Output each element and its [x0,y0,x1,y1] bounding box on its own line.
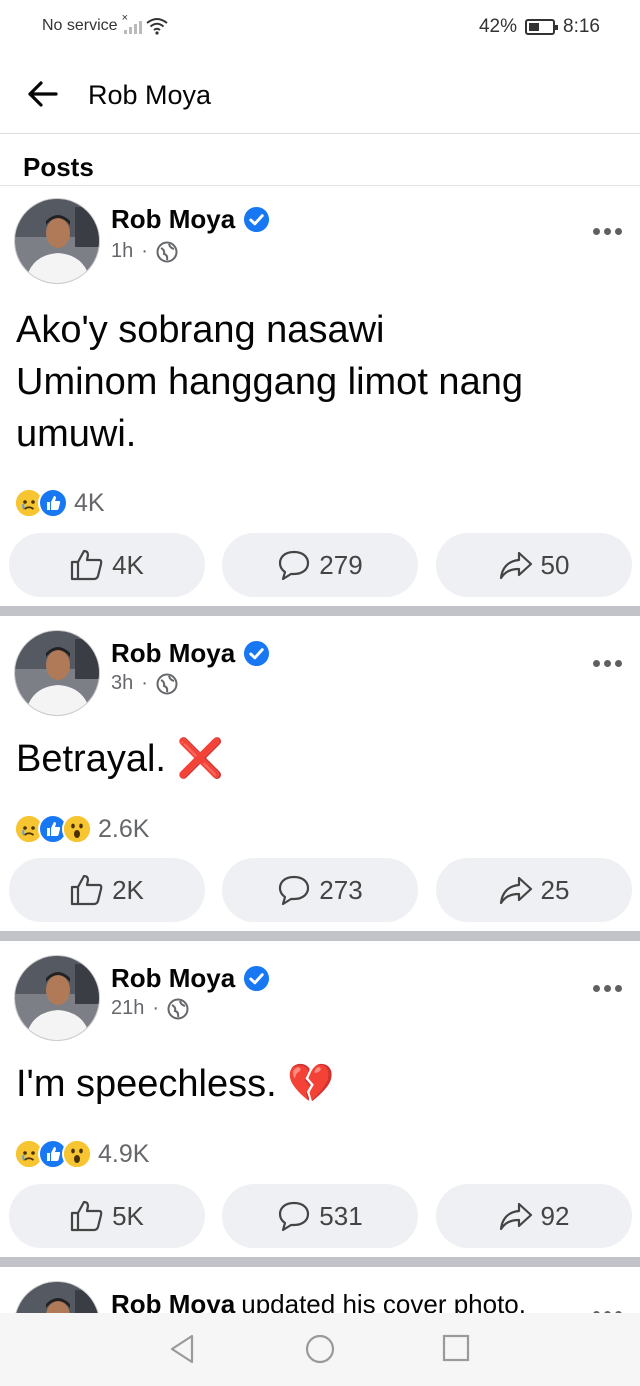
share-button[interactable]: 25 [436,858,632,922]
share-icon [499,876,532,905]
more-options-icon[interactable] [589,1305,622,1313]
comment-count: 531 [319,1200,363,1231]
more-options-icon[interactable] [589,654,622,670]
post-text: I'm speechless. 💔 [16,1063,335,1105]
comment-icon [279,1201,310,1232]
section-title: Posts [23,152,94,182]
share-button[interactable]: 92 [436,1184,632,1248]
post-action: updated his cover photo. [241,1289,526,1313]
comment-icon [279,875,310,906]
wifi-icon [145,18,168,35]
avatar[interactable] [14,1281,100,1313]
reaction-summary[interactable]: 4.9K [14,1139,149,1169]
battery-icon [525,19,559,35]
nav-home-icon[interactable] [304,1333,336,1365]
carrier-label: No service [42,17,118,34]
reaction-count: 2.6K [98,814,150,843]
post-text: Ako'y sobrang nasawi Uminom hanggang lim… [16,309,523,455]
verified-badge-icon [244,965,270,992]
post-divider [0,931,640,941]
app-header: Rob Moya [0,56,640,134]
post-text: Betrayal. ❌ [16,738,224,780]
avatar[interactable] [14,955,100,1041]
post-time[interactable]: 1h [111,240,133,263]
like-count: 2K [112,874,144,905]
avatar[interactable] [14,630,100,716]
wow-reaction-icon [62,814,92,844]
share-button[interactable]: 50 [436,533,632,597]
share-count: 92 [540,1200,570,1231]
like-button[interactable]: 4K [9,533,205,597]
post-card: Rob Moya 21h · I'm speechless. 💔 4.9K 5K [0,941,640,1256]
more-options-icon[interactable] [589,222,622,238]
reaction-summary[interactable]: 2.6K [14,814,149,844]
like-button[interactable]: 2K [9,858,205,922]
signal-icon: × [122,12,142,34]
like-count: 4K [112,549,144,580]
comment-count: 279 [319,549,363,580]
verified-badge-icon [244,640,270,667]
post-card: Rob Moya 1h · Ako'y sobrang nasawi Umino… [0,186,640,606]
system-nav-bar [0,1313,640,1386]
reaction-summary[interactable]: 4K [14,488,105,518]
post-card: Rob Moya updated his cover photo. [0,1267,640,1313]
comment-icon [279,550,310,581]
post-time[interactable]: 3h [111,672,133,695]
nav-back-icon[interactable] [168,1333,196,1365]
post-time[interactable]: 21h [111,997,144,1020]
post-divider [0,1257,640,1267]
post-author[interactable]: Rob Moya [111,963,235,994]
back-arrow-icon[interactable] [22,74,62,114]
reaction-count: 4.9K [98,1139,150,1168]
battery-percent: 42% [478,16,518,37]
post-author[interactable]: Rob Moya [111,1289,235,1313]
thumbs-up-icon [70,874,103,906]
globe-icon [156,241,178,262]
thumbs-up-icon [70,1200,103,1232]
page-title: Rob Moya [88,80,212,110]
post-divider [0,606,640,616]
globe-icon [167,998,189,1019]
comment-button[interactable]: 273 [222,858,418,922]
post-card: Rob Moya 3h · Betrayal. ❌ 2.6K 2K 273 25 [0,616,640,931]
like-count: 5K [112,1200,144,1231]
comment-button[interactable]: 531 [222,1184,418,1248]
comment-count: 273 [319,874,363,905]
status-bar: No service × 42% 8:16 [0,0,640,56]
share-count: 50 [540,549,570,580]
like-button[interactable]: 5K [9,1184,205,1248]
share-icon [499,551,532,580]
comment-button[interactable]: 279 [222,533,418,597]
more-options-icon[interactable] [589,979,622,995]
verified-badge-icon [244,206,270,233]
clock: 8:16 [563,16,600,37]
post-author[interactable]: Rob Moya [111,638,235,669]
wow-reaction-icon [62,1139,92,1169]
nav-recents-icon[interactable] [441,1333,471,1363]
globe-icon [156,673,178,694]
reaction-count: 4K [74,488,105,517]
avatar[interactable] [14,198,100,284]
share-icon [499,1202,532,1231]
thumbs-up-icon [70,549,103,581]
like-reaction-icon [38,488,68,518]
share-count: 25 [540,874,570,905]
post-author[interactable]: Rob Moya [111,204,235,235]
